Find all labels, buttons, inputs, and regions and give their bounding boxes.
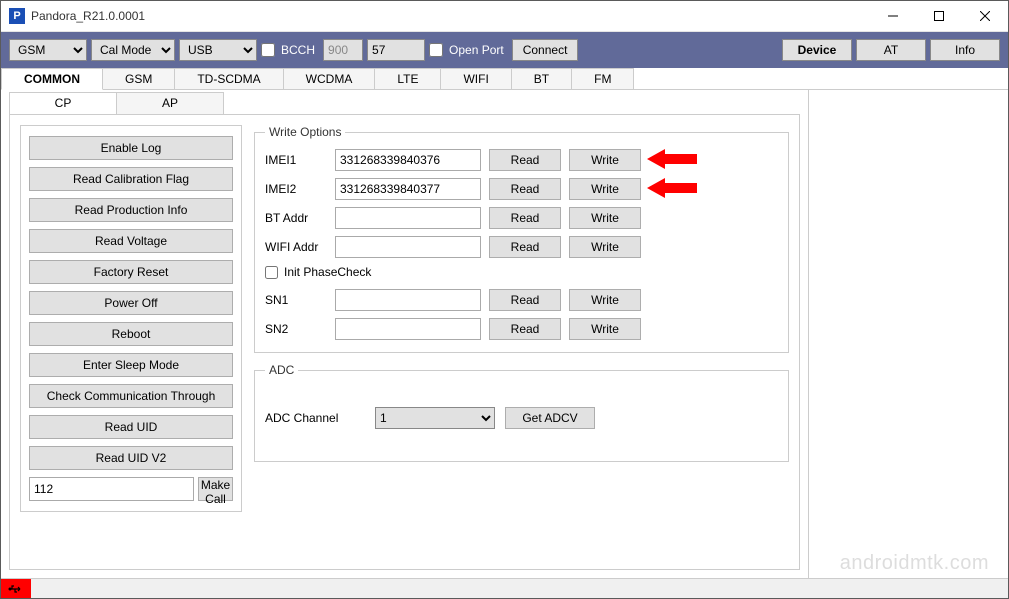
btaddr-input[interactable] — [335, 207, 481, 229]
tab-fm[interactable]: FM — [571, 68, 634, 89]
sn2-label: SN2 — [265, 322, 327, 336]
imei2-label: IMEI2 — [265, 182, 327, 196]
close-button[interactable] — [962, 1, 1008, 31]
subtab-cp[interactable]: CP — [9, 92, 117, 114]
read-uid-button[interactable]: Read UID — [29, 415, 233, 439]
read-uid-v2-button[interactable]: Read UID V2 — [29, 446, 233, 470]
read-voltage-button[interactable]: Read Voltage — [29, 229, 233, 253]
btaddr-read-button[interactable]: Read — [489, 207, 561, 229]
wifiaddr-read-button[interactable]: Read — [489, 236, 561, 258]
mode2-select[interactable]: Cal Mode — [91, 39, 175, 61]
minimize-button[interactable] — [870, 1, 916, 31]
device-button[interactable]: Device — [782, 39, 852, 61]
btaddr-write-button[interactable]: Write — [569, 207, 641, 229]
titlebar: P Pandora_R21.0.0001 — [1, 1, 1008, 32]
maximize-button[interactable] — [916, 1, 962, 31]
main-tabs: COMMON GSM TD-SCDMA WCDMA LTE WIFI BT FM — [1, 68, 1008, 90]
sub-tabs: CP AP — [9, 92, 808, 114]
connection-select[interactable]: USB — [179, 39, 257, 61]
tab-lte[interactable]: LTE — [374, 68, 441, 89]
adc-group: ADC ADC Channel 1 Get ADCV — [254, 363, 789, 462]
imei2-input[interactable] — [335, 178, 481, 200]
sn1-write-button[interactable]: Write — [569, 289, 641, 311]
mode1-select[interactable]: GSM — [9, 39, 87, 61]
init-phasecheck-checkbox[interactable] — [265, 266, 278, 279]
app-icon: P — [9, 8, 25, 24]
sn2-input[interactable] — [335, 318, 481, 340]
make-call-button[interactable]: Make Call — [198, 477, 233, 501]
imei1-read-button[interactable]: Read — [489, 149, 561, 171]
enter-sleep-mode-button[interactable]: Enter Sleep Mode — [29, 353, 233, 377]
imei2-write-button[interactable]: Write — [569, 178, 641, 200]
connect-button[interactable]: Connect — [512, 39, 579, 61]
imei2-read-button[interactable]: Read — [489, 178, 561, 200]
btaddr-label: BT Addr — [265, 211, 327, 225]
imei1-label: IMEI1 — [265, 153, 327, 167]
enable-log-button[interactable]: Enable Log — [29, 136, 233, 160]
sn1-input[interactable] — [335, 289, 481, 311]
bcch-channel-input[interactable] — [367, 39, 425, 61]
sn1-read-button[interactable]: Read — [489, 289, 561, 311]
usb-status-icon — [1, 579, 31, 598]
wifiaddr-write-button[interactable]: Write — [569, 236, 641, 258]
reboot-button[interactable]: Reboot — [29, 322, 233, 346]
get-adcv-button[interactable]: Get ADCV — [505, 407, 595, 429]
tab-common[interactable]: COMMON — [1, 68, 103, 90]
wifiaddr-input[interactable] — [335, 236, 481, 258]
wifiaddr-label: WIFI Addr — [265, 240, 327, 254]
adc-channel-label: ADC Channel — [265, 411, 365, 425]
imei1-write-button[interactable]: Write — [569, 149, 641, 171]
bcch-label: BCCH — [281, 43, 315, 57]
read-production-info-button[interactable]: Read Production Info — [29, 198, 233, 222]
arrow-annotation-icon — [647, 176, 697, 200]
sn2-read-button[interactable]: Read — [489, 318, 561, 340]
bcch-freq-input[interactable] — [323, 39, 363, 61]
info-button[interactable]: Info — [930, 39, 1000, 61]
openport-label: Open Port — [449, 43, 504, 57]
tab-tdscdma[interactable]: TD-SCDMA — [174, 68, 283, 89]
write-options-legend: Write Options — [265, 125, 345, 139]
toolbar: GSM Cal Mode USB BCCH Open Port Connect … — [1, 32, 1008, 68]
read-calibration-flag-button[interactable]: Read Calibration Flag — [29, 167, 233, 191]
openport-checkbox[interactable] — [429, 43, 443, 57]
factory-reset-button[interactable]: Factory Reset — [29, 260, 233, 284]
write-options-group: Write Options IMEI1 Read Write IMEI2 — [254, 125, 789, 353]
adc-legend: ADC — [265, 363, 298, 377]
phone-number-input[interactable] — [29, 477, 194, 501]
tab-gsm[interactable]: GSM — [102, 68, 175, 89]
log-panel — [809, 90, 1008, 578]
statusbar — [1, 578, 1008, 598]
at-button[interactable]: AT — [856, 39, 926, 61]
sn1-label: SN1 — [265, 293, 327, 307]
action-buttons-panel: Enable Log Read Calibration Flag Read Pr… — [20, 125, 242, 512]
subtab-ap[interactable]: AP — [116, 92, 224, 114]
tab-bt[interactable]: BT — [511, 68, 572, 89]
tab-wcdma[interactable]: WCDMA — [283, 68, 376, 89]
window-title: Pandora_R21.0.0001 — [31, 9, 870, 23]
power-off-button[interactable]: Power Off — [29, 291, 233, 315]
sn2-write-button[interactable]: Write — [569, 318, 641, 340]
check-communication-button[interactable]: Check Communication Through — [29, 384, 233, 408]
init-phasecheck-label: Init PhaseCheck — [284, 265, 371, 279]
adc-channel-select[interactable]: 1 — [375, 407, 495, 429]
tab-wifi[interactable]: WIFI — [440, 68, 511, 89]
imei1-input[interactable] — [335, 149, 481, 171]
bcch-checkbox[interactable] — [261, 43, 275, 57]
arrow-annotation-icon — [647, 147, 697, 171]
